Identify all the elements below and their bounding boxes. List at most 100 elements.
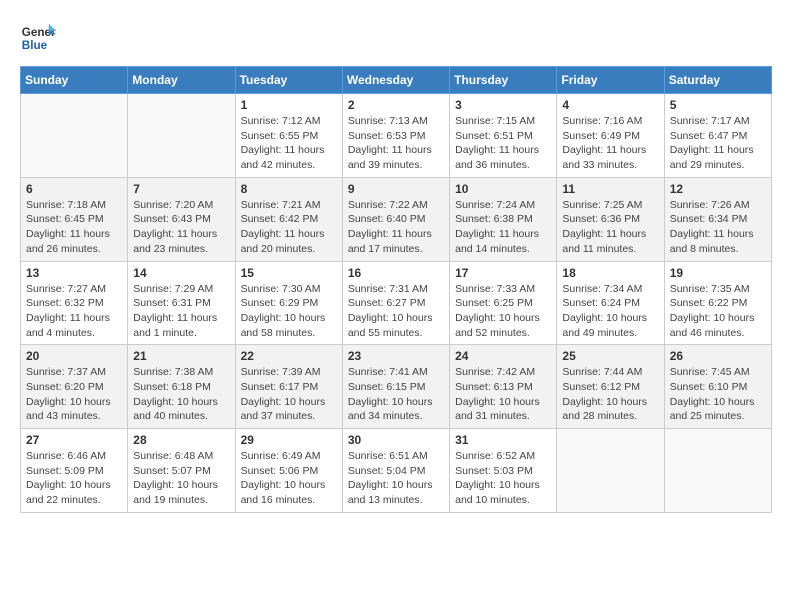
day-info: Sunrise: 6:52 AM Sunset: 5:03 PM Dayligh… bbox=[455, 449, 551, 508]
day-cell bbox=[557, 429, 664, 513]
week-row-1: 1 Sunrise: 7:12 AM Sunset: 6:55 PM Daylig… bbox=[21, 94, 772, 178]
day-cell: 9Sunrise: 7:22 AM Sunset: 6:40 PM Daylig… bbox=[342, 177, 449, 261]
day-cell: 1 Sunrise: 7:12 AM Sunset: 6:55 PM Daylig… bbox=[235, 94, 342, 178]
day-number: 2 bbox=[348, 98, 444, 112]
day-number: 26 bbox=[670, 349, 766, 363]
day-number: 18 bbox=[562, 266, 658, 280]
day-cell: 8 Sunrise: 7:21 AM Sunset: 6:42 PM Daylig… bbox=[235, 177, 342, 261]
logo-icon: General Blue bbox=[20, 20, 56, 56]
day-info: Sunrise: 7:21 AM Sunset: 6:42 PM Dayligh… bbox=[241, 198, 337, 257]
week-row-5: 27Sunrise: 6:46 AM Sunset: 5:09 PM Dayli… bbox=[21, 429, 772, 513]
day-cell: 23Sunrise: 7:41 AM Sunset: 6:15 PM Dayli… bbox=[342, 345, 449, 429]
day-info: Sunrise: 7:33 AM Sunset: 6:25 PM Dayligh… bbox=[455, 282, 551, 341]
day-number: 23 bbox=[348, 349, 444, 363]
page-header: General Blue bbox=[20, 20, 772, 56]
day-info: Sunrise: 7:12 AM Sunset: 6:55 PM Dayligh… bbox=[241, 114, 337, 173]
logo: General Blue bbox=[20, 20, 60, 56]
day-info: Sunrise: 7:18 AM Sunset: 6:45 PM Dayligh… bbox=[26, 198, 122, 257]
day-cell: 19 Sunrise: 7:35 AM Sunset: 6:22 PM Dayli… bbox=[664, 261, 771, 345]
day-cell bbox=[21, 94, 128, 178]
day-info: Sunrise: 7:39 AM Sunset: 6:17 PM Dayligh… bbox=[241, 365, 337, 424]
day-cell: 2 Sunrise: 7:13 AM Sunset: 6:53 PM Daylig… bbox=[342, 94, 449, 178]
day-number: 12 bbox=[670, 182, 766, 196]
header-cell-thursday: Thursday bbox=[450, 67, 557, 94]
day-info: Sunrise: 7:15 AM Sunset: 6:51 PM Dayligh… bbox=[455, 114, 551, 173]
day-cell: 21 Sunrise: 7:38 AM Sunset: 6:18 PM Dayli… bbox=[128, 345, 235, 429]
day-info: Sunrise: 7:16 AM Sunset: 6:49 PM Dayligh… bbox=[562, 114, 658, 173]
day-cell bbox=[128, 94, 235, 178]
header-cell-tuesday: Tuesday bbox=[235, 67, 342, 94]
week-row-3: 13 Sunrise: 7:27 AM Sunset: 6:32 PM Dayli… bbox=[21, 261, 772, 345]
week-row-2: 6 Sunrise: 7:18 AM Sunset: 6:45 PM Daylig… bbox=[21, 177, 772, 261]
day-cell: 7Sunrise: 7:20 AM Sunset: 6:43 PM Daylig… bbox=[128, 177, 235, 261]
day-number: 14 bbox=[133, 266, 229, 280]
day-number: 4 bbox=[562, 98, 658, 112]
day-cell: 6 Sunrise: 7:18 AM Sunset: 6:45 PM Daylig… bbox=[21, 177, 128, 261]
day-cell: 16 Sunrise: 7:31 AM Sunset: 6:27 PM Dayli… bbox=[342, 261, 449, 345]
day-number: 25 bbox=[562, 349, 658, 363]
header-cell-sunday: Sunday bbox=[21, 67, 128, 94]
day-cell: 14Sunrise: 7:29 AM Sunset: 6:31 PM Dayli… bbox=[128, 261, 235, 345]
day-info: Sunrise: 7:31 AM Sunset: 6:27 PM Dayligh… bbox=[348, 282, 444, 341]
day-cell: 26 Sunrise: 7:45 AM Sunset: 6:10 PM Dayli… bbox=[664, 345, 771, 429]
day-info: Sunrise: 7:30 AM Sunset: 6:29 PM Dayligh… bbox=[241, 282, 337, 341]
day-info: Sunrise: 7:27 AM Sunset: 6:32 PM Dayligh… bbox=[26, 282, 122, 341]
day-number: 24 bbox=[455, 349, 551, 363]
day-cell: 27Sunrise: 6:46 AM Sunset: 5:09 PM Dayli… bbox=[21, 429, 128, 513]
day-number: 13 bbox=[26, 266, 122, 280]
day-number: 19 bbox=[670, 266, 766, 280]
day-cell: 17 Sunrise: 7:33 AM Sunset: 6:25 PM Dayli… bbox=[450, 261, 557, 345]
day-info: Sunrise: 7:24 AM Sunset: 6:38 PM Dayligh… bbox=[455, 198, 551, 257]
header-cell-saturday: Saturday bbox=[664, 67, 771, 94]
day-cell: 30Sunrise: 6:51 AM Sunset: 5:04 PM Dayli… bbox=[342, 429, 449, 513]
day-info: Sunrise: 6:48 AM Sunset: 5:07 PM Dayligh… bbox=[133, 449, 229, 508]
day-number: 11 bbox=[562, 182, 658, 196]
day-number: 6 bbox=[26, 182, 122, 196]
day-cell: 29 Sunrise: 6:49 AM Sunset: 5:06 PM Dayli… bbox=[235, 429, 342, 513]
header-cell-friday: Friday bbox=[557, 67, 664, 94]
day-info: Sunrise: 7:45 AM Sunset: 6:10 PM Dayligh… bbox=[670, 365, 766, 424]
calendar-body: 1 Sunrise: 7:12 AM Sunset: 6:55 PM Daylig… bbox=[21, 94, 772, 513]
day-cell: 12 Sunrise: 7:26 AM Sunset: 6:34 PM Dayli… bbox=[664, 177, 771, 261]
day-number: 7 bbox=[133, 182, 229, 196]
day-info: Sunrise: 7:34 AM Sunset: 6:24 PM Dayligh… bbox=[562, 282, 658, 341]
day-cell: 24 Sunrise: 7:42 AM Sunset: 6:13 PM Dayli… bbox=[450, 345, 557, 429]
day-number: 29 bbox=[241, 433, 337, 447]
day-number: 30 bbox=[348, 433, 444, 447]
day-cell: 13 Sunrise: 7:27 AM Sunset: 6:32 PM Dayli… bbox=[21, 261, 128, 345]
day-cell: 18 Sunrise: 7:34 AM Sunset: 6:24 PM Dayli… bbox=[557, 261, 664, 345]
day-number: 31 bbox=[455, 433, 551, 447]
day-number: 21 bbox=[133, 349, 229, 363]
day-number: 15 bbox=[241, 266, 337, 280]
day-number: 16 bbox=[348, 266, 444, 280]
day-number: 17 bbox=[455, 266, 551, 280]
day-info: Sunrise: 7:17 AM Sunset: 6:47 PM Dayligh… bbox=[670, 114, 766, 173]
day-cell: 10 Sunrise: 7:24 AM Sunset: 6:38 PM Dayli… bbox=[450, 177, 557, 261]
day-cell: 5Sunrise: 7:17 AM Sunset: 6:47 PM Daylig… bbox=[664, 94, 771, 178]
day-cell: 3Sunrise: 7:15 AM Sunset: 6:51 PM Daylig… bbox=[450, 94, 557, 178]
svg-text:Blue: Blue bbox=[22, 39, 48, 52]
day-info: Sunrise: 7:44 AM Sunset: 6:12 PM Dayligh… bbox=[562, 365, 658, 424]
day-info: Sunrise: 7:38 AM Sunset: 6:18 PM Dayligh… bbox=[133, 365, 229, 424]
day-cell: 15 Sunrise: 7:30 AM Sunset: 6:29 PM Dayli… bbox=[235, 261, 342, 345]
day-info: Sunrise: 7:42 AM Sunset: 6:13 PM Dayligh… bbox=[455, 365, 551, 424]
day-info: Sunrise: 6:49 AM Sunset: 5:06 PM Dayligh… bbox=[241, 449, 337, 508]
day-number: 10 bbox=[455, 182, 551, 196]
day-info: Sunrise: 7:13 AM Sunset: 6:53 PM Dayligh… bbox=[348, 114, 444, 173]
header-row: SundayMondayTuesdayWednesdayThursdayFrid… bbox=[21, 67, 772, 94]
day-number: 27 bbox=[26, 433, 122, 447]
day-cell: 25 Sunrise: 7:44 AM Sunset: 6:12 PM Dayli… bbox=[557, 345, 664, 429]
day-cell: 31 Sunrise: 6:52 AM Sunset: 5:03 PM Dayli… bbox=[450, 429, 557, 513]
day-number: 20 bbox=[26, 349, 122, 363]
day-number: 22 bbox=[241, 349, 337, 363]
day-info: Sunrise: 7:35 AM Sunset: 6:22 PM Dayligh… bbox=[670, 282, 766, 341]
calendar-table: SundayMondayTuesdayWednesdayThursdayFrid… bbox=[20, 66, 772, 513]
day-number: 8 bbox=[241, 182, 337, 196]
day-info: Sunrise: 7:25 AM Sunset: 6:36 PM Dayligh… bbox=[562, 198, 658, 257]
day-cell: 4 Sunrise: 7:16 AM Sunset: 6:49 PM Daylig… bbox=[557, 94, 664, 178]
day-number: 1 bbox=[241, 98, 337, 112]
day-info: Sunrise: 7:26 AM Sunset: 6:34 PM Dayligh… bbox=[670, 198, 766, 257]
day-cell: 22 Sunrise: 7:39 AM Sunset: 6:17 PM Dayli… bbox=[235, 345, 342, 429]
day-cell bbox=[664, 429, 771, 513]
day-info: Sunrise: 7:22 AM Sunset: 6:40 PM Dayligh… bbox=[348, 198, 444, 257]
